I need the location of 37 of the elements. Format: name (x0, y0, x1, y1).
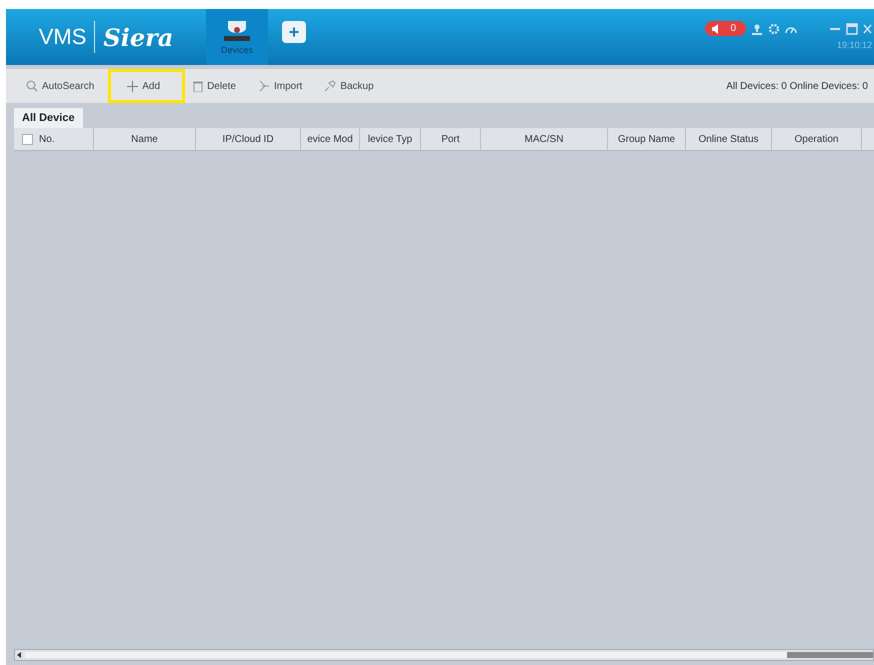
column-header[interactable]: evice Mod (307, 134, 353, 144)
device-list-tab[interactable]: All Device (14, 108, 83, 128)
column-header[interactable]: Online Status (698, 134, 759, 144)
scrollbar-thumb[interactable] (787, 652, 873, 658)
arrow-icon (258, 80, 270, 92)
autosearch-button[interactable]: AutoSearch (18, 69, 108, 103)
alarm-badge[interactable]: 0 (705, 21, 746, 36)
pin-icon (324, 80, 336, 92)
plus-icon (127, 80, 138, 92)
clock-time: 19:10:12 (836, 40, 872, 50)
column-header[interactable]: IP/Cloud ID (222, 134, 274, 144)
column-header[interactable]: MAC/SN (524, 134, 564, 144)
column-header[interactable]: Name (131, 134, 158, 144)
scroll-left-icon[interactable] (15, 651, 23, 659)
column-header[interactable]: levice Typ (368, 134, 412, 144)
add-tab-button[interactable]: + (282, 21, 306, 43)
backup-button[interactable]: Backup (316, 69, 388, 103)
column-header[interactable]: Group Name (618, 134, 676, 144)
logo-text: VMS (38, 24, 86, 50)
alarm-count: 0 (730, 23, 736, 34)
column-header[interactable]: Port (441, 134, 460, 144)
column-header[interactable]: No. (39, 134, 55, 144)
column-header[interactable]: Operation (794, 134, 838, 144)
camera-icon (222, 19, 252, 43)
maximize-icon[interactable] (846, 22, 858, 34)
delete-button[interactable]: Delete (185, 69, 250, 103)
settings-icon[interactable] (768, 22, 780, 34)
select-all-checkbox[interactable] (22, 134, 33, 144)
user-icon[interactable] (751, 22, 763, 34)
close-icon[interactable] (863, 22, 872, 34)
add-button[interactable]: Add (108, 69, 186, 103)
trash-icon (193, 80, 204, 92)
horizontal-scrollbar[interactable] (14, 649, 874, 661)
device-count-summary: All Devices: 0 Online Devices: 0 (726, 80, 868, 92)
search-icon (26, 80, 38, 92)
brand-logo-text: Siera (103, 22, 174, 52)
import-button[interactable]: Import (250, 69, 316, 103)
